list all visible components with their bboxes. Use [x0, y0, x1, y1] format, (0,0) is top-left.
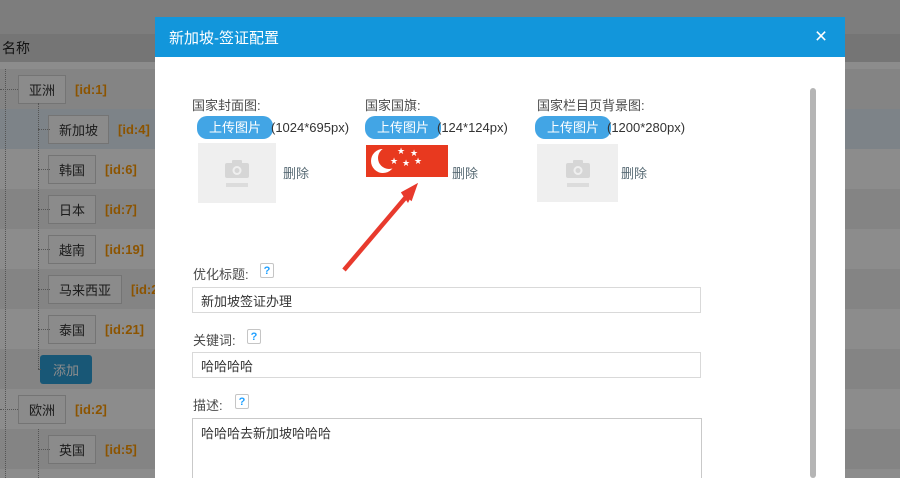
- flag-star: ★: [402, 158, 411, 168]
- cover-dimensions: (1024*695px): [271, 120, 350, 135]
- help-icon[interactable]: ?: [235, 394, 249, 409]
- singapore-flag-image[interactable]: ★ ★ ★ ★ ★: [366, 145, 448, 177]
- camera-icon: [565, 160, 590, 178]
- cover-image-label: 国家封面图:: [192, 98, 261, 113]
- modal-body: 国家封面图: 上传图片 (1024*695px) 删除 国家国旗: 上传图片 (…: [155, 57, 845, 478]
- modal-scrollbar[interactable]: [810, 88, 816, 478]
- screen: 名称 亚洲 [id:1] 新加坡 [id:4] 韩国 [id:6] 日本 [id…: [0, 0, 900, 478]
- column-bg-label: 国家栏目页背景图:: [537, 98, 645, 113]
- delete-column-bg-link[interactable]: 删除: [621, 163, 647, 182]
- close-icon[interactable]: ×: [809, 25, 833, 49]
- flag-label: 国家国旗:: [365, 98, 421, 113]
- annotation-arrow: [342, 183, 418, 272]
- delete-cover-link[interactable]: 删除: [283, 163, 309, 182]
- help-icon[interactable]: ?: [260, 263, 274, 278]
- upload-flag-button[interactable]: 上传图片: [365, 116, 442, 139]
- cover-image-placeholder[interactable]: [198, 143, 276, 203]
- modal-header: 新加坡-签证配置 ×: [155, 17, 845, 57]
- flag-star: ★: [414, 156, 423, 166]
- upload-cover-button[interactable]: 上传图片: [197, 116, 274, 139]
- seo-title-label: 优化标题:: [193, 267, 249, 282]
- column-bg-dimensions: (1200*280px): [607, 120, 686, 135]
- modal-title: 新加坡-签证配置: [169, 29, 279, 47]
- placeholder-caption: [226, 183, 248, 187]
- keywords-input[interactable]: [192, 352, 701, 378]
- column-bg-placeholder[interactable]: [537, 144, 618, 202]
- flag-star: ★: [390, 156, 399, 166]
- delete-flag-link[interactable]: 删除: [452, 163, 478, 182]
- visa-config-modal: 新加坡-签证配置 × 国家封面图: 上传图片 (1024*695px) 删除 国…: [155, 17, 845, 478]
- help-icon[interactable]: ?: [247, 329, 261, 344]
- keywords-label: 关键词:: [193, 333, 236, 348]
- flag-dimensions: (124*124px): [437, 120, 508, 135]
- upload-column-bg-button[interactable]: 上传图片: [535, 116, 612, 139]
- description-textarea[interactable]: 哈哈哈去新加坡哈哈哈: [192, 418, 702, 478]
- flag-star: ★: [397, 146, 406, 156]
- camera-icon: [225, 160, 249, 178]
- description-label: 描述:: [193, 398, 223, 413]
- placeholder-caption: [566, 183, 589, 187]
- seo-title-input[interactable]: [192, 287, 701, 313]
